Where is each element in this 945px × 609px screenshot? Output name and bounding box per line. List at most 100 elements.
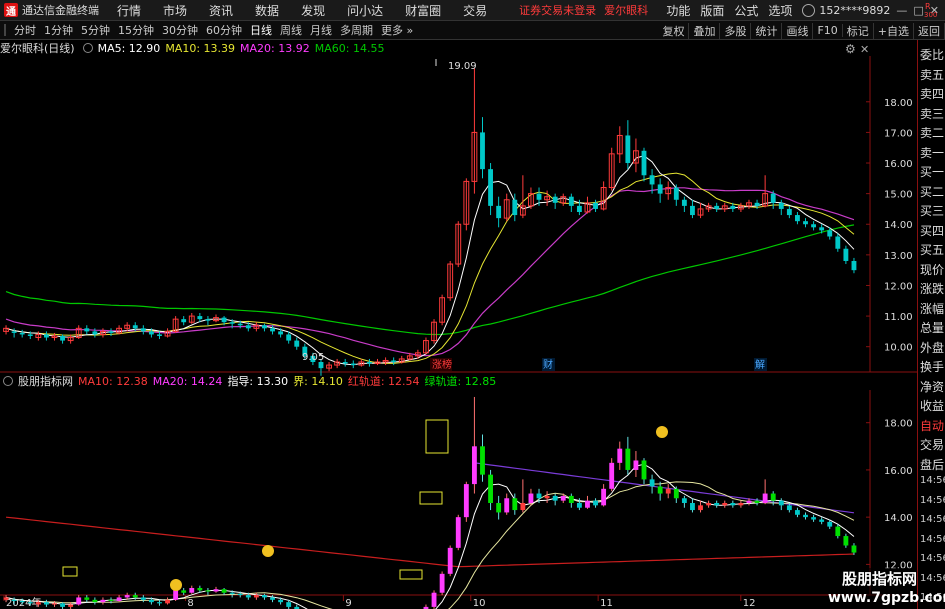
btn-duogu[interactable]: 多股 xyxy=(720,22,752,39)
ind-candle-body xyxy=(795,510,800,515)
menu-jiaoyi[interactable]: 交易 xyxy=(463,2,487,19)
period-weekly[interactable]: 周线 xyxy=(280,22,302,38)
box-marker-4 xyxy=(62,566,78,577)
marker-cai[interactable]: 财 xyxy=(542,358,555,371)
ind-candle-body xyxy=(286,602,292,607)
period-5min[interactable]: 5分钟 xyxy=(81,22,110,38)
ind-candle-body xyxy=(148,599,154,603)
minimize-icon[interactable]: — xyxy=(896,4,907,17)
ind-candle-body xyxy=(19,600,25,603)
ind-candle-body xyxy=(762,493,768,503)
menu-banmian[interactable]: 版面 xyxy=(700,2,724,19)
right-column-item: 换手 xyxy=(920,360,945,374)
btn-add-favorite[interactable]: +自选 xyxy=(874,22,914,39)
menu-faxian[interactable]: 发现 xyxy=(301,2,325,19)
ind-candle-body xyxy=(593,500,598,506)
ind-candle-body xyxy=(132,595,138,598)
btn-tongji[interactable]: 统计 xyxy=(751,22,783,39)
candle-body-down xyxy=(714,205,720,209)
btn-back[interactable]: 返回 xyxy=(914,22,945,39)
ind-candle-body xyxy=(108,599,114,601)
charts-area[interactable]: 18.00 17.00 16.00 15.00 14.00 13.00 12.00 11.00… xyxy=(0,40,917,609)
menu-caifuquan[interactable]: 财富圈 xyxy=(405,2,441,19)
right-column-item: 买三 xyxy=(920,204,945,218)
period-1min[interactable]: 1分钟 xyxy=(44,22,73,38)
close-chart-icon[interactable]: ✕ xyxy=(860,43,869,56)
candle-body-down xyxy=(649,175,655,185)
period-multi[interactable]: 多周期 xyxy=(340,22,373,38)
menu-zixun[interactable]: 资讯 xyxy=(209,2,233,19)
period-more[interactable]: 更多 » xyxy=(381,22,413,38)
marker-jie[interactable]: 解 xyxy=(754,358,767,371)
right-column-item: 买四 xyxy=(920,223,945,238)
ind-candle-body xyxy=(746,500,752,503)
candle-body-down xyxy=(27,334,33,336)
ind-candle-body xyxy=(189,588,195,593)
period-monthly[interactable]: 月线 xyxy=(310,22,332,38)
candle-body-down xyxy=(60,335,65,341)
period-60min[interactable]: 60分钟 xyxy=(206,22,242,38)
settings-icon-topright[interactable]: ⚙ ✕ xyxy=(845,42,869,56)
x-axis-label: 12 xyxy=(743,598,756,609)
main-axis-label: 15.00 xyxy=(884,190,913,201)
ind-candle-body xyxy=(229,592,235,594)
trade-login-status[interactable]: 证券交易未登录 xyxy=(519,2,596,18)
right-column-item: 14:56 xyxy=(920,553,945,564)
indicator-price-axis: 18.0016.0014.0012.00 xyxy=(866,419,913,571)
candle-body-down xyxy=(641,150,647,176)
menu-shichang[interactable]: 市场 xyxy=(163,2,187,19)
marker-zhangbang[interactable]: 涨榜 xyxy=(430,358,452,371)
candle-body-down xyxy=(552,196,558,203)
period-30min[interactable]: 30分钟 xyxy=(162,22,198,38)
right-column-item: 外盘 xyxy=(920,340,945,355)
candle-body-down xyxy=(488,169,493,206)
marker-cai-label: 财 xyxy=(543,358,553,371)
right-column-item: 交易 xyxy=(920,438,945,452)
r-badge: R xyxy=(925,2,931,11)
period-15min[interactable]: 15分钟 xyxy=(118,22,154,38)
ind-candle-body xyxy=(140,597,146,600)
menu-gongneng[interactable]: 功能 xyxy=(666,2,690,19)
ind-candle-body xyxy=(673,488,679,499)
btn-biaoji[interactable]: 标记 xyxy=(843,22,874,39)
candle-body-down xyxy=(237,323,243,326)
ind-candle-body xyxy=(722,502,728,506)
menu-shuju[interactable]: 数据 xyxy=(255,2,279,19)
ind-candle-body xyxy=(778,500,784,506)
period-fenshi[interactable]: 分时 xyxy=(14,22,36,38)
user-name[interactable]: 152****9892 xyxy=(819,4,890,17)
candle-body-down xyxy=(843,248,849,261)
menu-xuanxiang[interactable]: 选项 xyxy=(768,2,792,19)
main-axis-label: 14.00 xyxy=(884,220,913,231)
candle-body-down xyxy=(536,193,542,200)
btn-diejia[interactable]: 叠加 xyxy=(689,22,721,39)
btn-f10[interactable]: F10 xyxy=(813,24,843,37)
ind-candle-body xyxy=(568,495,574,503)
candle-body-down xyxy=(132,325,138,329)
main-axis-label: 10.00 xyxy=(884,343,913,354)
menu-gongshi[interactable]: 公式 xyxy=(734,2,758,19)
user-icon[interactable] xyxy=(802,4,816,17)
btn-huaxian[interactable]: 画线 xyxy=(782,22,814,39)
candle-body-down xyxy=(342,362,348,364)
maximize-icon[interactable]: □ xyxy=(913,4,923,17)
settings-icon[interactable]: ⚙ xyxy=(845,42,856,56)
ind-candle-body xyxy=(690,502,695,511)
menu-hangqing[interactable]: 行情 xyxy=(117,2,141,19)
ind-candle-body xyxy=(496,502,502,513)
main-price-axis: 18.00 17.00 16.00 15.00 14.00 13.00 12.00 11.00… xyxy=(866,98,913,354)
ind-candle-body xyxy=(560,495,566,501)
candle-body-down xyxy=(835,236,841,249)
right-column-item: 14:56 xyxy=(920,533,945,545)
menu-wenxiaoda[interactable]: 问小达 xyxy=(347,2,383,19)
candle-body-down xyxy=(181,319,187,323)
candle-body-down xyxy=(778,202,784,209)
btn-fuquan[interactable]: 复权 xyxy=(658,22,690,39)
right-column-item: 买一 xyxy=(920,165,945,179)
period-daily[interactable]: 日线 xyxy=(250,22,272,38)
ind-candle-body xyxy=(35,602,41,605)
right-column-item[interactable]: 自动 xyxy=(920,417,944,434)
candle-body-down xyxy=(43,334,49,338)
candle-body-down xyxy=(480,132,485,170)
candle-body-down xyxy=(286,334,292,341)
